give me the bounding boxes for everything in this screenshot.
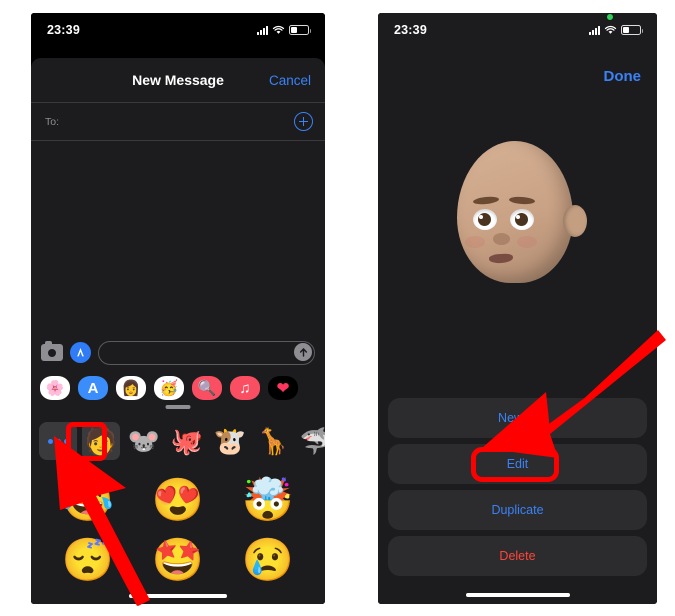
memoji-character-row[interactable]: 🧑 🐭 🐙 🐮 🦒 🦈 <box>31 419 325 463</box>
memoji-head-preview[interactable] <box>443 133 593 303</box>
images-search-app-icon[interactable]: 🔍 <box>192 376 222 400</box>
delete-memoji-button[interactable]: Delete <box>388 536 647 576</box>
memoji-cheek-right <box>516 236 537 248</box>
octopus-animoji-glyph: 🐙 <box>170 426 204 456</box>
memoji-nose <box>492 233 510 245</box>
memoji-preview-stage <box>378 103 657 333</box>
more-dots-icon <box>47 438 69 444</box>
imessage-app-drawer[interactable]: 🌸 A 👩 🥳 🔍 ♫ ❤ <box>31 371 325 405</box>
memoji-ear-right <box>562 205 587 237</box>
right-status-bar: 23:39 <box>378 13 657 47</box>
app-store-icon[interactable] <box>70 342 91 363</box>
cellular-signal-icon <box>257 25 268 35</box>
sticker-star-struck[interactable]: 🤩 <box>152 539 204 581</box>
memoji-app-icon[interactable]: 👩 <box>116 376 146 400</box>
arrow-up-glyph-icon <box>299 347 307 357</box>
left-phone-frame: 23:39 New Message Cancel To: 🌸 A 👩 🥳 🔍 ♫… <box>31 13 325 604</box>
sticker-laughing-crying[interactable]: 😂 <box>62 479 114 521</box>
screenshot-stage: 23:39 New Message Cancel To: 🌸 A 👩 🥳 🔍 ♫… <box>0 0 675 616</box>
compose-bar <box>31 336 325 369</box>
memoji-eye-right <box>509 209 534 230</box>
mouse-animoji-glyph: 🐭 <box>127 426 161 456</box>
done-button[interactable]: Done <box>604 68 642 85</box>
left-status-icons <box>257 25 311 35</box>
cow-animoji[interactable]: 🐮 <box>211 422 249 460</box>
app-store-glyph-icon <box>77 348 84 357</box>
giraffe-animoji[interactable]: 🦒 <box>254 422 292 460</box>
page-title: New Message <box>132 72 224 88</box>
memoji-stickers-app-icon[interactable]: 🥳 <box>154 376 184 400</box>
left-phone-screen: 23:39 New Message Cancel To: 🌸 A 👩 🥳 🔍 ♫… <box>31 13 325 604</box>
more-memoji-button[interactable] <box>39 422 77 460</box>
memoji-cheek-left <box>464 236 485 248</box>
right-status-icons <box>589 14 643 35</box>
add-contact-plus-icon[interactable] <box>294 112 313 131</box>
battery-icon <box>289 25 311 35</box>
cow-animoji-glyph: 🐮 <box>213 426 247 456</box>
wifi-icon <box>604 25 617 34</box>
battery-icon <box>621 25 643 35</box>
app-store-icon-glyph: A <box>87 379 99 397</box>
memoji-avatar-glyph: 🧑 <box>84 426 118 456</box>
photos-app-icon[interactable]: 🌸 <box>40 376 70 400</box>
right-phone-frame: 23:39 Done New M Edit Duplicate Delete <box>378 13 657 604</box>
edit-memoji-button[interactable]: Edit <box>388 444 647 484</box>
message-input[interactable] <box>98 340 315 365</box>
shark-animoji[interactable]: 🦈 <box>297 422 325 460</box>
memoji-eye-left <box>472 209 497 230</box>
shark-animoji-glyph: 🦈 <box>299 426 325 456</box>
sticker-crying[interactable]: 😢 <box>242 539 294 581</box>
to-label: To: <box>45 115 60 128</box>
music-app-icon[interactable]: ♫ <box>230 376 260 400</box>
cancel-button[interactable]: Cancel <box>269 73 311 88</box>
delete-memoji-button-label: Delete <box>499 549 536 563</box>
send-arrow-up-icon[interactable] <box>294 343 312 361</box>
status-time: 23:39 <box>394 23 427 37</box>
memoji-sticker-grid[interactable]: 😂 😍 🤯 😴 🤩 😢 <box>31 468 325 604</box>
memoji-avatar[interactable]: 🧑 <box>82 422 120 460</box>
octopus-animoji[interactable]: 🐙 <box>168 422 206 460</box>
duplicate-memoji-button[interactable]: Duplicate <box>388 490 647 530</box>
right-phone-screen: 23:39 Done New M Edit Duplicate Delete <box>378 13 657 604</box>
left-navigation-bar: New Message Cancel <box>31 58 325 103</box>
drawer-grabber-handle[interactable] <box>165 405 191 409</box>
wifi-icon <box>272 25 285 34</box>
music-app-icon-glyph: ♫ <box>239 379 251 397</box>
memoji-stickers-app-icon-glyph: 🥳 <box>159 379 179 397</box>
recipient-row[interactable]: To: <box>31 103 325 141</box>
sticker-heart-eyes[interactable]: 😍 <box>152 479 204 521</box>
images-search-app-icon-glyph: 🔍 <box>197 379 217 397</box>
home-indicator <box>465 593 570 597</box>
photos-app-icon-glyph: 🌸 <box>45 379 65 397</box>
edit-memoji-button-label: Edit <box>506 457 529 471</box>
cellular-signal-icon <box>589 25 600 35</box>
duplicate-memoji-button-label: Duplicate <box>491 503 544 517</box>
sticker-sleeping[interactable]: 😴 <box>62 539 114 581</box>
memoji-action-sheet[interactable]: New M Edit Duplicate Delete <box>388 398 647 582</box>
memoji-app-icon-glyph: 👩 <box>121 379 141 397</box>
giraffe-animoji-glyph: 🦒 <box>256 426 290 456</box>
right-status-time-block: 23:39 <box>394 23 427 37</box>
home-indicator <box>129 594 227 598</box>
sticker-mind-blown[interactable]: 🤯 <box>242 479 294 521</box>
digital-touch-app-icon-glyph: ❤ <box>276 379 290 397</box>
new-memoji-button-label: New M <box>498 411 537 425</box>
digital-touch-app-icon[interactable]: ❤ <box>268 376 298 400</box>
app-store-icon[interactable]: A <box>78 376 108 400</box>
left-status-bar: 23:39 <box>31 13 325 47</box>
mouse-animoji[interactable]: 🐭 <box>125 422 163 460</box>
status-time: 23:39 <box>47 23 80 37</box>
camera-icon[interactable] <box>41 341 63 361</box>
new-memoji-button[interactable]: New M <box>388 398 647 438</box>
left-status-time-block: 23:39 <box>47 23 80 37</box>
green-recording-indicator <box>607 14 613 20</box>
